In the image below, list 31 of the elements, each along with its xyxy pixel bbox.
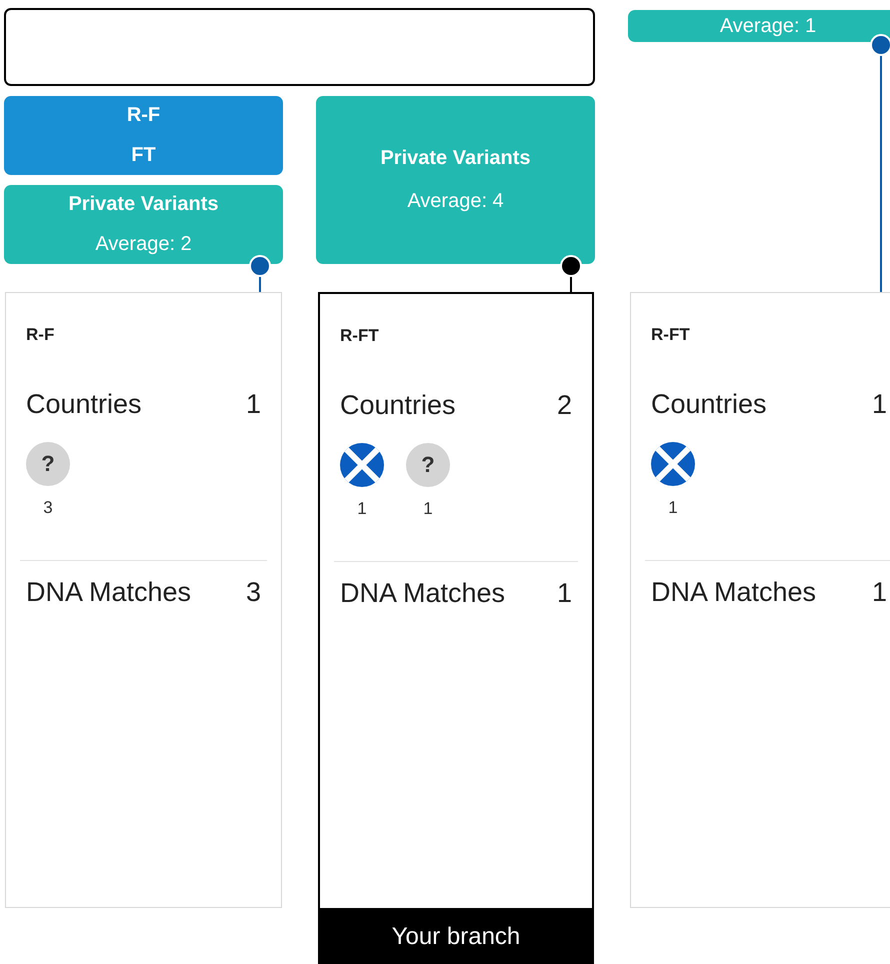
country-count: 3 — [43, 498, 53, 518]
variants-title: Private Variants — [380, 147, 531, 170]
unknown-country-badge: ? — [26, 442, 70, 486]
countries-label: Countries — [340, 390, 456, 421]
countries-label: Countries — [26, 389, 142, 420]
variants-average: Average: 2 — [95, 232, 192, 256]
unknown-country-badge: ? — [406, 443, 450, 487]
variants-average: Average: 4 — [407, 190, 504, 213]
countries-count: 1 — [872, 389, 887, 420]
matches-count: 3 — [246, 577, 261, 608]
branch-name: R-FT — [340, 326, 380, 346]
countries-count: 2 — [556, 390, 572, 421]
your-branch-label: Your branch — [318, 910, 594, 964]
haplogroup-name: FT — [131, 144, 156, 167]
matches-label: DNA Matches — [340, 578, 506, 609]
country-count: 1 — [423, 499, 433, 519]
variants-average: Average: 1 — [720, 14, 816, 38]
countries-count: 1 — [246, 389, 261, 420]
haplogroup-name: R-F — [126, 104, 160, 128]
matches-count: 1 — [872, 577, 887, 608]
matches-label: DNA Matches — [26, 577, 192, 608]
country-count: 1 — [357, 499, 367, 519]
saltire-flag-icon — [340, 443, 384, 487]
matches-label: DNA Matches — [651, 577, 816, 608]
countries-label: Countries — [651, 389, 767, 420]
variants-title: Private Variants — [68, 193, 219, 216]
branch-name: R-FT — [651, 325, 691, 345]
branch-name: R-F — [26, 325, 56, 345]
matches-count: 1 — [556, 578, 572, 609]
country-count: 1 — [668, 498, 678, 518]
saltire-flag-icon — [651, 442, 695, 486]
